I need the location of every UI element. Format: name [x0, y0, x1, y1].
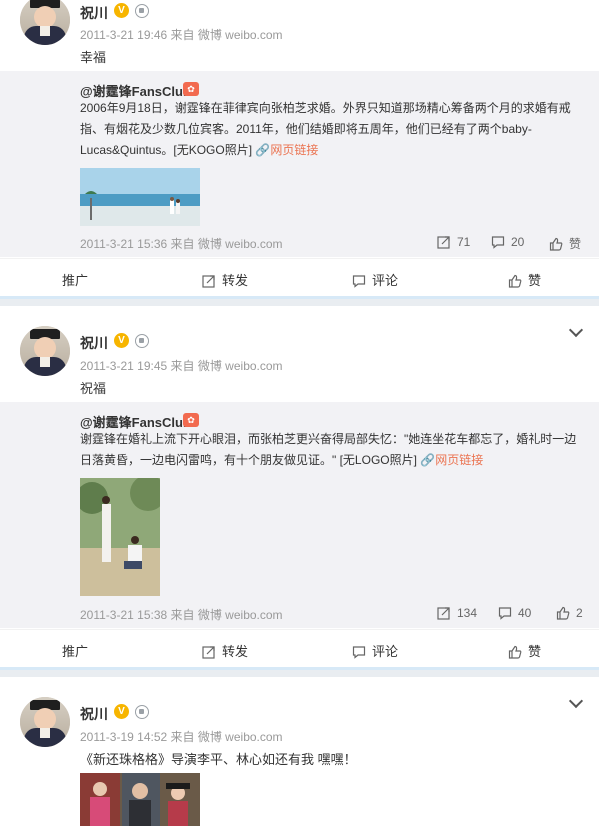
retweet-meta[interactable]: 2011-3-21 15:38 来自 微博 weibo.com	[80, 606, 283, 623]
post-photo[interactable]	[80, 773, 200, 826]
retweet-photo[interactable]	[80, 168, 200, 226]
retweet-body: 谢霆锋在婚礼上流下开心眼泪，而张柏芝更兴奋得局部失忆："她连坐花车都忘了，婚礼时…	[80, 432, 577, 467]
like-label: 赞	[528, 273, 542, 288]
repost-label: 转发	[222, 644, 249, 659]
avatar[interactable]	[20, 697, 70, 747]
feed-separator	[0, 667, 599, 677]
comment-icon	[498, 607, 512, 620]
comment-button[interactable]: 评论	[352, 270, 398, 289]
thumbs-up-icon	[549, 237, 563, 251]
action-bar: 推广 转发 评论 赞	[0, 629, 599, 668]
post-meta[interactable]: 2011-3-21 19:46 来自 微博 weibo.com	[80, 26, 283, 43]
fanclub-badge-icon: ✿	[183, 82, 199, 96]
web-link[interactable]: 🔗网页链接	[255, 143, 318, 157]
repost-icon	[437, 607, 450, 620]
group-photo	[80, 773, 200, 826]
thumbs-up-icon	[508, 274, 522, 288]
like-button[interactable]: 赞	[508, 641, 541, 660]
retweet-body: 2006年9月18日，谢霆锋在菲律宾向张柏芝求婚。外界只知道那场精心筹备两个月的…	[80, 101, 571, 157]
comment-count-value: 40	[518, 606, 532, 620]
comment-count[interactable]: 20	[491, 235, 524, 249]
author-name[interactable]: 祝川	[80, 704, 108, 724]
author-name[interactable]: 祝川	[80, 333, 108, 353]
like-label: 赞	[528, 644, 542, 659]
thumbs-up-icon	[508, 645, 522, 659]
like-count-value: 2	[576, 606, 583, 620]
repost-label: 转发	[222, 273, 249, 288]
like-count-value: 赞	[569, 237, 582, 251]
post-text: 祝福	[80, 381, 107, 396]
fanclub-badge-icon: ✿	[183, 413, 199, 427]
like-count[interactable]: 赞	[549, 235, 581, 252]
link-icon: 🔗	[255, 143, 271, 157]
member-badge-icon[interactable]	[135, 334, 149, 348]
comment-label: 评论	[372, 273, 399, 288]
repost-button[interactable]: 转发	[202, 270, 248, 289]
web-link-label: 网页链接	[270, 143, 319, 157]
comment-button[interactable]: 评论	[352, 641, 398, 660]
vip-v-icon[interactable]: V	[114, 3, 129, 18]
retweet-text: 2006年9月18日，谢霆锋在菲律宾向张柏芝求婚。外界只知道那场精心筹备两个月的…	[80, 98, 580, 161]
comment-label: 评论	[372, 644, 399, 659]
avatar[interactable]	[20, 326, 70, 376]
beach-photo	[80, 168, 200, 226]
proposal-photo	[80, 478, 160, 596]
like-count[interactable]: 2	[556, 606, 583, 620]
promote-button[interactable]: 推广	[62, 270, 88, 289]
repost-button[interactable]: 转发	[202, 641, 248, 660]
retweet-text: 谢霆锋在婚礼上流下开心眼泪，而张柏芝更兴奋得局部失忆："她连坐花车都忘了，婚礼时…	[80, 429, 580, 471]
repost-count-value: 134	[457, 606, 478, 620]
action-bar: 推广 转发 评论 赞	[0, 258, 599, 297]
comment-count[interactable]: 40	[498, 606, 531, 620]
repost-count[interactable]: 71	[437, 235, 470, 249]
repost-count[interactable]: 134	[437, 606, 477, 620]
member-badge-icon[interactable]	[135, 4, 149, 18]
repost-icon	[202, 275, 215, 288]
comment-count-value: 20	[511, 235, 525, 249]
post-meta[interactable]: 2011-3-21 19:45 来自 微博 weibo.com	[80, 357, 283, 374]
repost-icon	[437, 236, 450, 249]
comment-icon	[352, 646, 366, 659]
member-badge-icon[interactable]	[135, 705, 149, 719]
post-text: 幸福	[80, 50, 107, 65]
avatar[interactable]	[20, 0, 70, 45]
promote-label: 推广	[62, 273, 89, 288]
comment-icon	[352, 275, 366, 288]
like-button[interactable]: 赞	[508, 270, 541, 289]
author-name[interactable]: 祝川	[80, 3, 108, 23]
post-text: 《新还珠格格》导演李平、林心如还有我 嘿嘿！	[80, 752, 357, 767]
feed-separator	[0, 296, 599, 306]
thumbs-up-icon	[556, 606, 570, 620]
promote-button[interactable]: 推广	[62, 641, 88, 660]
link-icon: 🔗	[420, 453, 436, 467]
repost-icon	[202, 646, 215, 659]
comment-icon	[491, 236, 505, 249]
promote-label: 推广	[62, 644, 89, 659]
repost-count-value: 71	[457, 235, 471, 249]
vip-v-icon[interactable]: V	[114, 704, 129, 719]
vip-v-icon[interactable]: V	[114, 333, 129, 348]
retweet-photo[interactable]	[80, 478, 160, 596]
web-link-label: 网页链接	[435, 453, 484, 467]
web-link[interactable]: 🔗网页链接	[420, 453, 483, 467]
retweet-meta[interactable]: 2011-3-21 15:36 来自 微博 weibo.com	[80, 235, 283, 252]
post-meta[interactable]: 2011-3-19 14:52 来自 微博 weibo.com	[80, 728, 283, 745]
